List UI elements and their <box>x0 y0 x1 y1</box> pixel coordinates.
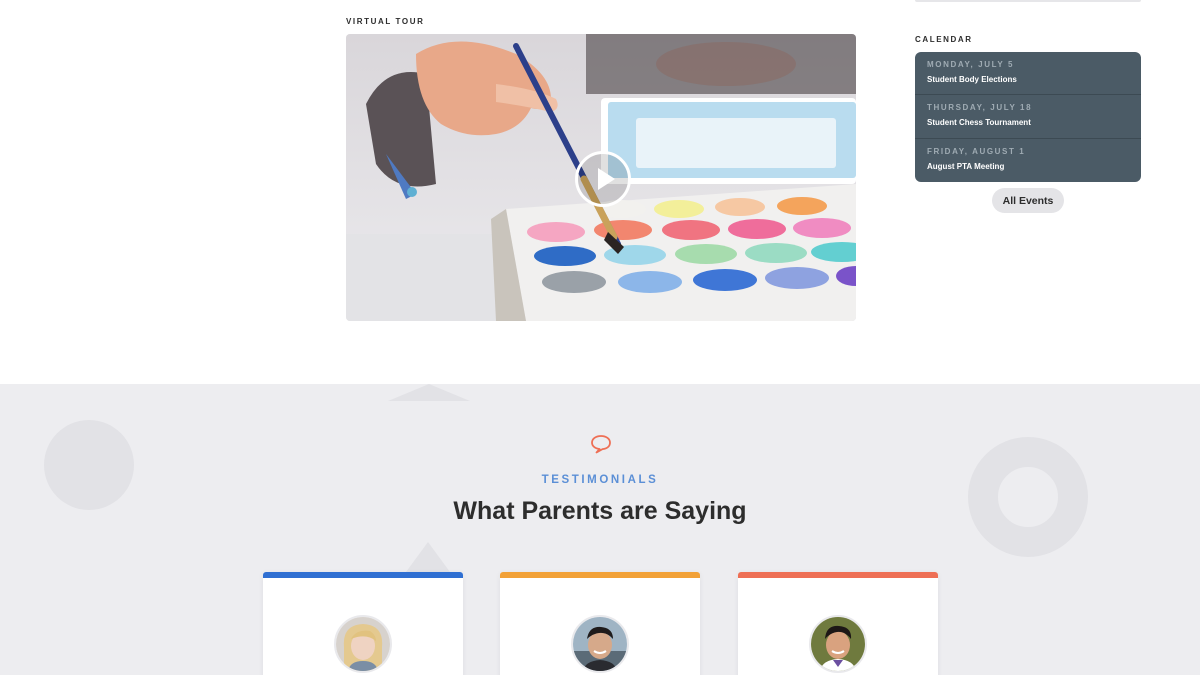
testimonials-section: TESTIMONIALS What Parents are Saying <box>0 384 1200 675</box>
all-events-button[interactable]: All Events <box>992 188 1064 213</box>
testimonial-card <box>738 572 938 675</box>
avatar <box>571 615 629 673</box>
top-section: Virtual Tour <box>0 0 1200 384</box>
card-accent-bar <box>500 572 700 578</box>
play-button[interactable] <box>575 151 631 207</box>
event-title: Student Chess Tournament <box>927 118 1031 128</box>
decorative-triangle <box>406 542 450 572</box>
calendar-event[interactable]: Monday, July 5 Student Body Elections <box>915 52 1141 96</box>
section-heading: What Parents are Saying <box>453 497 747 525</box>
event-date: Friday, August 1 <box>927 146 1026 156</box>
testimonial-card <box>500 572 700 675</box>
event-date: Thursday, July 18 <box>927 103 1033 113</box>
page: Virtual Tour <box>0 0 1200 675</box>
decorative-triangle <box>388 384 470 401</box>
sidebar-widget-edge <box>915 0 1141 2</box>
virtual-tour-label: Virtual Tour <box>346 17 425 26</box>
speech-bubble-icon <box>591 435 611 454</box>
avatar <box>809 615 867 673</box>
section-eyebrow: TESTIMONIALS <box>541 474 659 486</box>
play-icon <box>598 168 615 190</box>
card-accent-bar <box>263 572 463 578</box>
card-accent-bar <box>738 572 938 578</box>
testimonial-card <box>263 572 463 675</box>
calendar-event[interactable]: Friday, August 1 August PTA Meeting <box>915 139 1141 182</box>
event-date: Monday, July 5 <box>927 60 1015 69</box>
calendar-panel: Monday, July 5 Student Body Elections Th… <box>915 52 1141 182</box>
calendar-label: Calendar <box>915 35 973 44</box>
event-title: August PTA Meeting <box>927 161 1005 171</box>
event-title: Student Body Elections <box>927 75 1017 84</box>
avatar <box>334 615 392 673</box>
calendar-event[interactable]: Thursday, July 18 Student Chess Tourname… <box>915 95 1141 139</box>
virtual-tour-video[interactable] <box>346 34 856 321</box>
